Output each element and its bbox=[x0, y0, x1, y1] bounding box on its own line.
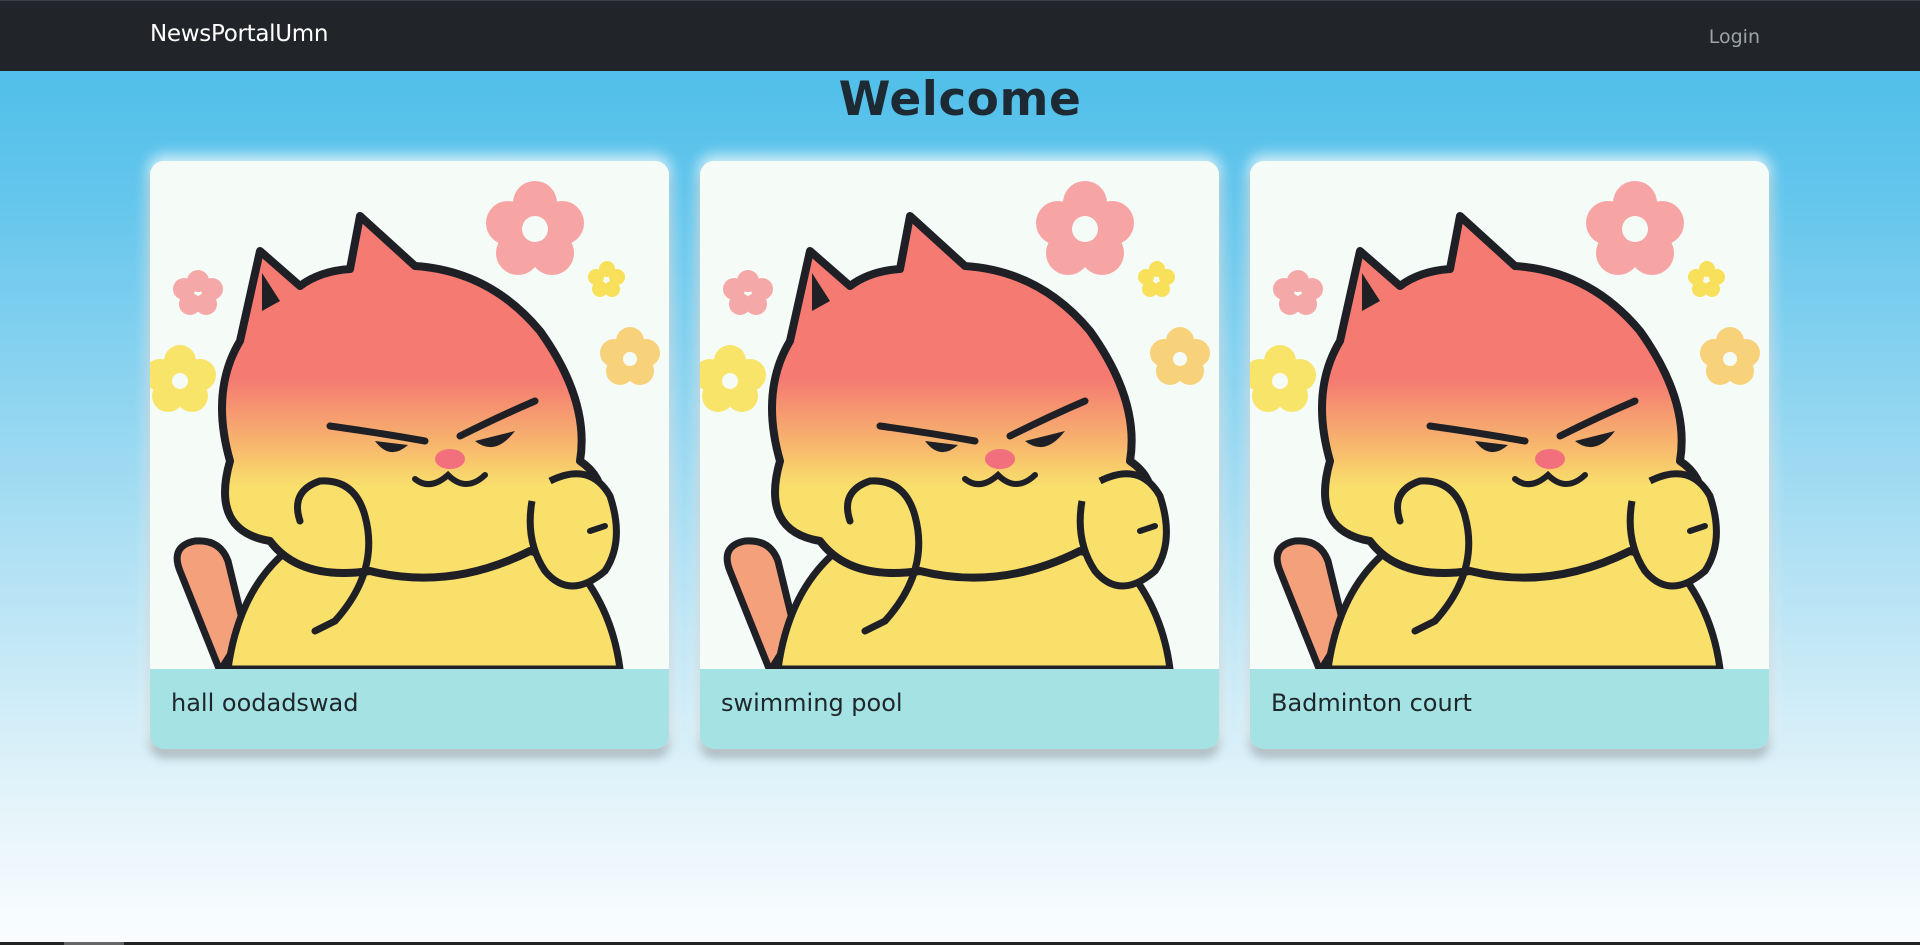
card-image bbox=[150, 161, 669, 669]
cartoon-cat-image bbox=[1250, 161, 1769, 669]
card-image bbox=[1250, 161, 1769, 669]
page-title: Welcome bbox=[838, 72, 1082, 127]
cartoon-cat-image bbox=[700, 161, 1219, 669]
card-title: Badminton court bbox=[1271, 689, 1472, 717]
card-title: swimming pool bbox=[721, 689, 903, 717]
card-title: hall oodadswad bbox=[171, 689, 359, 717]
card-swimming-pool[interactable]: swimming pool bbox=[700, 161, 1219, 749]
cartoon-cat-image bbox=[150, 161, 669, 669]
brand-link[interactable]: NewsPortalUmn bbox=[150, 21, 328, 47]
navbar: NewsPortalUmn Login bbox=[0, 0, 1920, 71]
card-hall[interactable]: hall oodadswad bbox=[150, 161, 669, 749]
card-badminton-court[interactable]: Badminton court bbox=[1250, 161, 1769, 749]
login-link[interactable]: Login bbox=[1709, 26, 1760, 48]
card-image bbox=[700, 161, 1219, 669]
